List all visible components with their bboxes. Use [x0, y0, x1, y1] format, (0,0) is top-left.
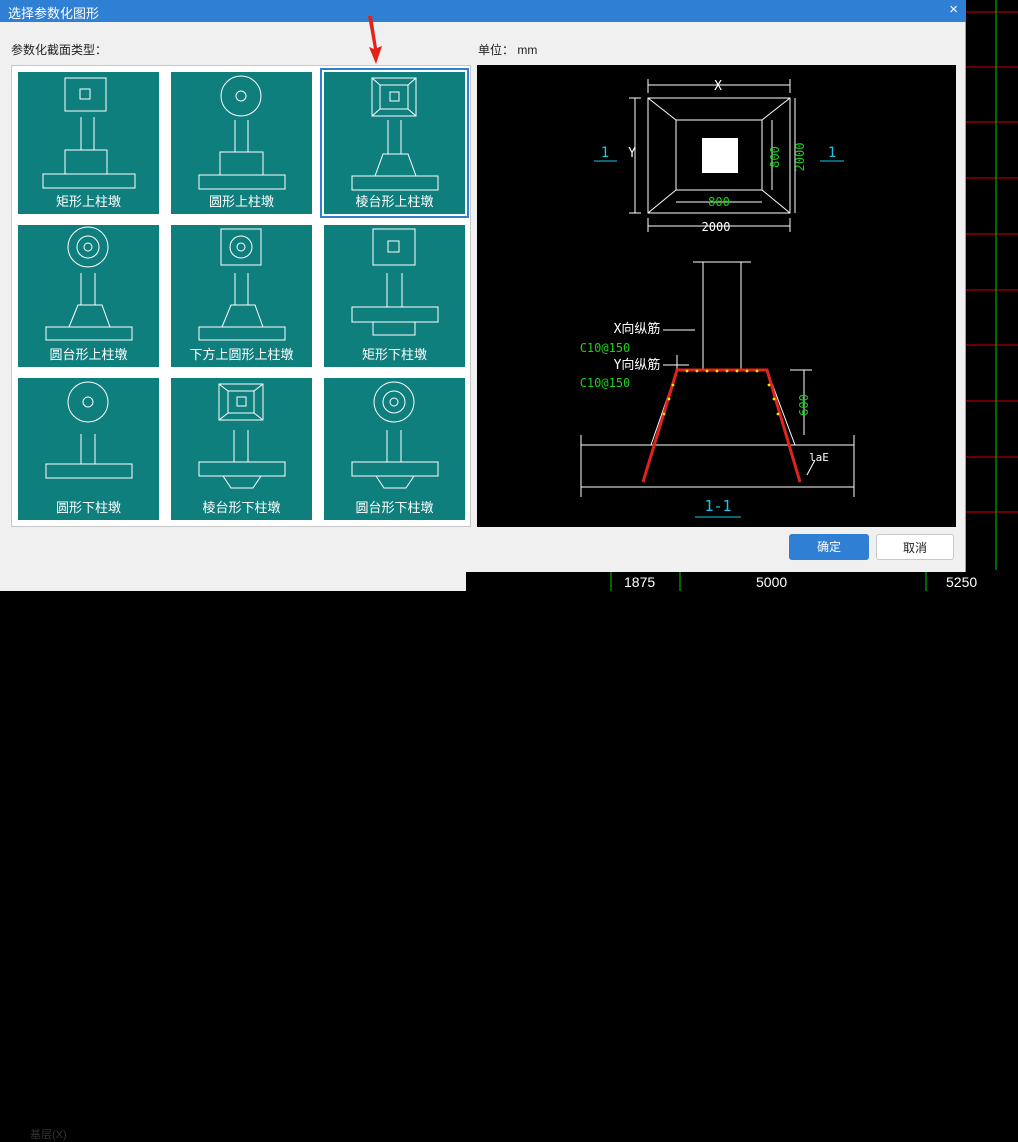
section-type-label: 参数化截面类型：	[11, 43, 108, 57]
shape-option[interactable]: 圆台形上柱墩	[18, 225, 159, 367]
shape-preview: X Y 800 2000 800 2000 1 1 X向纵筋 C10@150 Y…	[477, 65, 956, 527]
section-mark-left: 1	[601, 145, 609, 161]
dim-inner-height: 800	[768, 146, 782, 168]
shape-label: 圆台形下柱墩	[355, 500, 434, 515]
dim-x-label: X	[714, 79, 722, 94]
dialog-titlebar[interactable]: 选择参数化图形 ×	[0, 0, 966, 22]
shape-label: 矩形下柱墩	[361, 347, 427, 362]
ruler-number: 1875	[624, 574, 656, 590]
background-ruler: 1875 5000 5250	[466, 570, 1018, 591]
dim-outer-height: 2000	[793, 143, 807, 172]
shape-option[interactable]: 矩形下柱墩	[324, 225, 465, 367]
shape-grid: 矩形上柱墩 圆形上柱墩 棱台形上柱墩 圆台形上柱墩 下方上圆形上柱墩 矩形下柱墩…	[11, 65, 471, 527]
shape-option[interactable]: 圆形上柱墩	[171, 72, 312, 214]
parametric-shape-dialog: 选择参数化图形 × 参数化截面类型： 单位： mm 矩形上柱墩 圆形上柱墩 棱台…	[0, 0, 966, 572]
x-rebar-value: C10@150	[580, 341, 631, 355]
shape-label: 下方上圆形上柱墩	[189, 347, 294, 362]
shape-option[interactable]: 棱台形下柱墩	[171, 378, 312, 520]
shape-option[interactable]: 圆形下柱墩	[18, 378, 159, 520]
shape-option[interactable]: 圆台形下柱墩	[324, 378, 465, 520]
shape-label: 圆台形上柱墩	[49, 347, 128, 362]
shape-option[interactable]: 下方上圆形上柱墩	[171, 225, 312, 367]
close-icon[interactable]: ×	[949, 1, 958, 18]
x-rebar-label: X向纵筋	[614, 321, 661, 337]
shape-label: 棱台形下柱墩	[202, 500, 281, 515]
background-cad-area	[966, 0, 1018, 591]
lae-label: laE	[809, 451, 829, 464]
section-mark-right: 1	[828, 145, 836, 161]
background-menu-text: 基层(X)	[30, 1129, 67, 1141]
red-arrow-icon	[368, 16, 382, 64]
dim-inner-width: 800	[708, 195, 730, 209]
preview-drawing: X Y 800 2000 800 2000 1 1 X向纵筋 C10@150 Y…	[580, 79, 855, 518]
y-rebar-value: C10@150	[580, 376, 631, 390]
dim-y-label: Y	[628, 146, 636, 161]
section-title: 1-1	[704, 497, 731, 515]
cancel-button[interactable]: 取消	[876, 534, 954, 560]
ruler-number: 5000	[756, 574, 788, 590]
shape-option[interactable]: 矩形上柱墩	[18, 72, 159, 214]
shape-label: 圆形下柱墩	[55, 500, 121, 515]
shape-label: 棱台形上柱墩	[355, 194, 434, 209]
unit-label: 单位： mm	[478, 43, 538, 57]
ruler-number: 5250	[946, 574, 978, 590]
height-dimension: 600	[797, 394, 811, 416]
ok-button[interactable]: 确定	[789, 534, 869, 560]
y-rebar-label: Y向纵筋	[614, 357, 661, 373]
shape-label: 矩形上柱墩	[55, 194, 121, 209]
shape-label: 圆形上柱墩	[208, 194, 274, 209]
dim-outer-width: 2000	[702, 220, 731, 234]
dialog-title: 选择参数化图形	[8, 6, 100, 21]
shape-option[interactable]: 棱台形上柱墩	[320, 68, 469, 218]
